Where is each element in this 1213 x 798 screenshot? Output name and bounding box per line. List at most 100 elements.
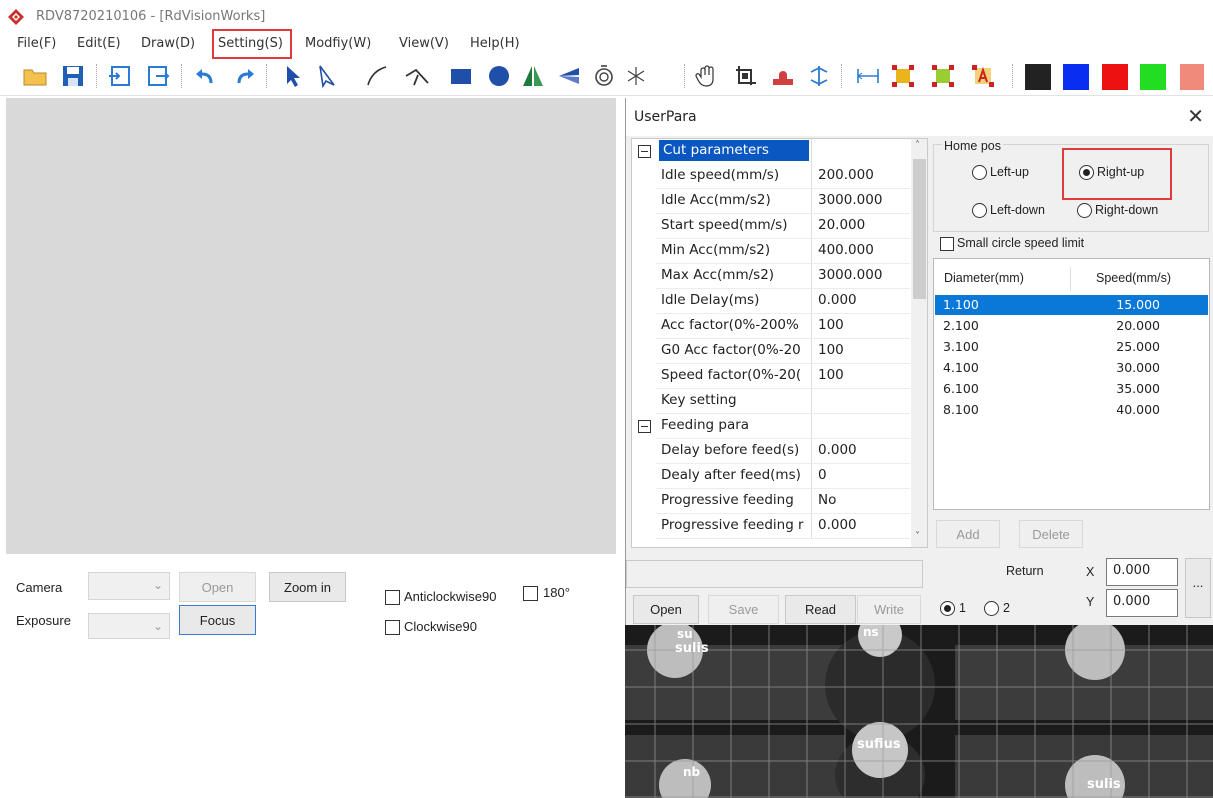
table-row[interactable]: 3.100 25.000 <box>935 337 1208 357</box>
parameter-grid[interactable]: Cut parameters Idle speed(mm/s) 200.000 I… <box>631 138 928 548</box>
param-value[interactable]: 0.000 <box>818 517 908 533</box>
scroll-down-icon[interactable]: ˅ <box>915 531 920 542</box>
radio-2[interactable] <box>984 601 999 616</box>
redo-icon[interactable] <box>231 63 257 89</box>
param-value[interactable]: 0.000 <box>818 292 908 308</box>
mirror-vertical-icon[interactable] <box>556 63 582 89</box>
vertical-scrollbar[interactable]: ˄ ˅ <box>911 139 927 547</box>
param-value[interactable]: No <box>818 492 908 508</box>
color-swatch-green[interactable] <box>1140 64 1166 90</box>
menu-modify[interactable]: Modfiy(W) <box>305 36 371 51</box>
menu-file[interactable]: File(F) <box>17 36 56 51</box>
x-coordinate-input[interactable]: 0.000 <box>1106 558 1178 586</box>
param-row[interactable]: Dealy after feed(ms) 0 <box>632 464 910 489</box>
focus-button[interactable]: Focus <box>179 605 256 635</box>
layer-select-1-icon[interactable] <box>890 63 916 89</box>
table-row[interactable]: 2.100 20.000 <box>935 316 1208 336</box>
menu-view[interactable]: View(V) <box>399 36 449 51</box>
radio-1[interactable] <box>940 601 955 616</box>
rectangle-icon[interactable] <box>448 63 474 89</box>
param-value[interactable]: 100 <box>818 367 908 383</box>
param-row[interactable]: Idle Acc(mm/s2) 3000.000 <box>632 189 910 214</box>
measure-icon[interactable] <box>855 63 881 89</box>
rotate180-checkbox[interactable] <box>523 586 538 601</box>
param-row[interactable]: Progressive feeding r 0.000 <box>632 514 910 539</box>
table-row[interactable]: 8.100 40.000 <box>935 400 1208 420</box>
param-row[interactable]: Idle speed(mm/s) 200.000 <box>632 164 910 189</box>
polyline-icon[interactable] <box>404 63 430 89</box>
color-swatch-black[interactable] <box>1025 64 1051 90</box>
param-row[interactable]: Speed factor(0%-20(100 <box>632 364 910 389</box>
param-value[interactable]: 0 <box>818 467 908 483</box>
param-row[interactable]: Max Acc(mm/s2) 3000.000 <box>632 264 910 289</box>
import-icon[interactable] <box>107 63 133 89</box>
read-button[interactable]: Read <box>785 595 856 624</box>
menu-edit[interactable]: Edit(E) <box>77 36 121 51</box>
param-row[interactable]: Idle Delay(ms) 0.000 <box>632 289 910 314</box>
param-value[interactable]: 100 <box>818 342 908 358</box>
open-button[interactable]: Open <box>633 595 699 624</box>
save-button[interactable]: Save <box>708 595 779 624</box>
scrollbar-thumb[interactable] <box>913 159 926 299</box>
write-button[interactable]: Write <box>857 595 921 624</box>
layer-select-2-icon[interactable] <box>930 63 956 89</box>
param-value[interactable]: 3000.000 <box>818 267 908 283</box>
radio-left-up[interactable] <box>972 165 987 180</box>
mirror-horizontal-icon[interactable] <box>520 63 546 89</box>
param-row[interactable]: Start speed(mm/s) 20.000 <box>632 214 910 239</box>
param-row[interactable]: Acc factor(0%-200% 100 <box>632 314 910 339</box>
menu-help[interactable]: Help(H) <box>470 36 520 51</box>
layer-text-icon[interactable] <box>970 63 996 89</box>
open-folder-icon[interactable] <box>22 63 48 89</box>
rotate-icon[interactable] <box>591 63 617 89</box>
node-edit-icon[interactable] <box>314 63 340 89</box>
param-value[interactable]: 3000.000 <box>818 192 908 208</box>
drawing-canvas[interactable] <box>6 98 616 554</box>
radio-left-down[interactable] <box>972 203 987 218</box>
camera-open-button[interactable]: Open <box>179 572 256 602</box>
small-circle-checkbox[interactable] <box>940 237 954 251</box>
more-button[interactable]: ... <box>1185 558 1211 618</box>
param-value[interactable]: 400.000 <box>818 242 908 258</box>
param-row[interactable]: Delay before feed(s) 0.000 <box>632 439 910 464</box>
param-value[interactable]: 20.000 <box>818 217 908 233</box>
group-row-cut[interactable]: Cut parameters <box>632 139 910 164</box>
param-value[interactable]: 0.000 <box>818 442 908 458</box>
line-icon[interactable] <box>364 63 390 89</box>
undo-icon[interactable] <box>193 63 219 89</box>
diameter-speed-table[interactable]: Diameter(mm) Speed(mm/s) 1.100 15.000 2.1… <box>933 258 1210 510</box>
stamp-icon[interactable] <box>770 63 796 89</box>
collapse-icon[interactable] <box>638 420 651 433</box>
close-icon[interactable]: ✕ <box>1187 104 1204 128</box>
array-icon[interactable] <box>806 63 832 89</box>
collapse-icon[interactable] <box>638 145 651 158</box>
anticlockwise90-checkbox[interactable] <box>385 590 400 605</box>
table-row[interactable]: 1.100 15.000 <box>935 295 1208 315</box>
color-swatch-salmon[interactable] <box>1180 64 1204 90</box>
param-value[interactable]: 100 <box>818 317 908 333</box>
scroll-up-icon[interactable]: ˄ <box>915 140 920 151</box>
camera-select[interactable]: ⌄ <box>88 572 170 600</box>
circle-icon[interactable] <box>486 63 512 89</box>
param-row[interactable]: Key setting <box>632 389 910 414</box>
param-row[interactable]: G0 Acc factor(0%-20 100 <box>632 339 910 364</box>
param-row[interactable]: Min Acc(mm/s2) 400.000 <box>632 239 910 264</box>
param-value[interactable]: 200.000 <box>818 167 908 183</box>
color-swatch-blue[interactable] <box>1063 64 1089 90</box>
add-button[interactable]: Add <box>936 520 1000 548</box>
export-icon[interactable] <box>146 63 172 89</box>
clockwise90-checkbox[interactable] <box>385 620 400 635</box>
save-icon[interactable] <box>60 63 86 89</box>
select-arrow-icon[interactable] <box>280 63 306 89</box>
star-icon[interactable] <box>623 63 649 89</box>
radio-right-down[interactable] <box>1077 203 1092 218</box>
zoom-in-button[interactable]: Zoom in <box>269 572 346 602</box>
hand-pan-icon[interactable] <box>695 63 721 89</box>
y-coordinate-input[interactable]: 0.000 <box>1106 589 1178 617</box>
table-row[interactable]: 4.100 30.000 <box>935 358 1208 378</box>
delete-button[interactable]: Delete <box>1019 520 1083 548</box>
param-row[interactable]: Progressive feeding No <box>632 489 910 514</box>
menu-draw[interactable]: Draw(D) <box>141 36 195 51</box>
table-row[interactable]: 6.100 35.000 <box>935 379 1208 399</box>
color-swatch-red[interactable] <box>1102 64 1128 90</box>
